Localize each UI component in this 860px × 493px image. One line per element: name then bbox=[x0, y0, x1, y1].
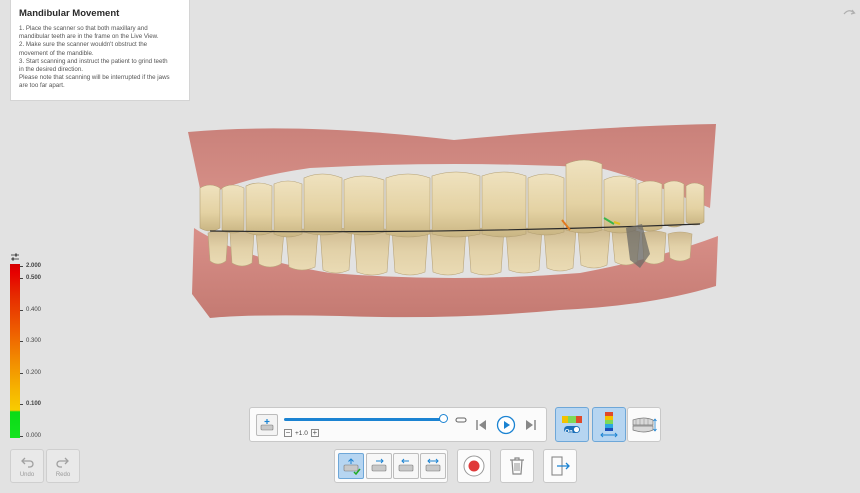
tick-mark bbox=[20, 341, 23, 342]
jaw-right-icon bbox=[371, 458, 387, 472]
instruction-line: movement of the mandible. bbox=[19, 49, 94, 57]
instruction-line: Please note that scanning will be interr… bbox=[19, 74, 170, 82]
movement-right-button[interactable] bbox=[366, 453, 392, 479]
undo-icon bbox=[21, 457, 34, 468]
redo-icon bbox=[56, 457, 69, 468]
scale-tick-label: 0.500 bbox=[26, 275, 42, 281]
record-button[interactable] bbox=[457, 449, 491, 483]
instruction-line: 2. Make sure the scanner wouldn't obstru… bbox=[19, 41, 148, 49]
movement-left-button[interactable] bbox=[393, 453, 419, 479]
instructions-panel: Mandibular Movement 1. Place the scanner… bbox=[10, 0, 190, 101]
speed-value: +1.0 bbox=[295, 429, 308, 437]
color-scale-icon bbox=[600, 411, 618, 437]
redo-label: Redo bbox=[55, 472, 71, 478]
playback-slider[interactable] bbox=[284, 418, 444, 421]
instruction-line: mandibular teeth are in the frame on the… bbox=[19, 33, 159, 41]
speed-decrease-button[interactable]: − bbox=[284, 429, 292, 437]
play-icon[interactable] bbox=[496, 415, 516, 435]
toggle-state: On bbox=[565, 429, 573, 435]
tick-mark bbox=[20, 266, 23, 267]
loop-icon[interactable] bbox=[455, 414, 467, 426]
distance-color-scale: 2.000 0.500 0.400 0.300 0.200 0.100 0.00… bbox=[6, 252, 66, 442]
instruction-line: 1. Place the scanner so that both maxill… bbox=[19, 25, 148, 32]
tick-mark bbox=[20, 373, 23, 374]
instruction-line: are too far apart. bbox=[19, 82, 65, 90]
tick-mark bbox=[20, 310, 23, 311]
speed-increase-button[interactable]: + bbox=[310, 429, 319, 437]
record-icon bbox=[463, 455, 485, 477]
exit-icon bbox=[551, 456, 570, 476]
jaw-lateral-icon bbox=[425, 458, 441, 472]
jaw-left-icon bbox=[398, 458, 414, 472]
jaw-protrusion-icon bbox=[343, 458, 361, 476]
redo-button[interactable]: Redo bbox=[46, 449, 80, 483]
jaw-view-button[interactable] bbox=[627, 407, 661, 442]
dental-scan-viewport[interactable] bbox=[180, 118, 728, 328]
movement-type-bar bbox=[334, 449, 448, 483]
movement-protrusive-button[interactable] bbox=[338, 453, 364, 479]
instruction-line: in the desired direction. bbox=[19, 66, 83, 74]
tick-mark bbox=[20, 404, 23, 405]
undo-label: Undo bbox=[19, 472, 35, 478]
scale-tick-label: 0.200 bbox=[26, 370, 42, 376]
playback-slider-thumb[interactable] bbox=[439, 414, 448, 423]
playback-toolbar: − +1.0 + bbox=[249, 407, 547, 442]
delete-button[interactable] bbox=[500, 449, 534, 483]
color-map-toggle-button[interactable]: On bbox=[555, 407, 589, 442]
scale-tick-label: 0.300 bbox=[26, 338, 42, 344]
skip-back-icon[interactable] bbox=[475, 418, 487, 432]
trash-icon bbox=[510, 457, 524, 475]
scale-tick-label: 0.100 bbox=[26, 401, 42, 407]
add-frame-button[interactable] bbox=[256, 414, 278, 436]
movement-lateral-button[interactable] bbox=[420, 453, 446, 479]
tick-mark bbox=[20, 436, 23, 437]
exit-button[interactable] bbox=[543, 449, 577, 483]
tick-mark bbox=[20, 278, 23, 279]
skip-forward-icon[interactable] bbox=[525, 418, 537, 432]
scale-settings-icon[interactable] bbox=[10, 252, 20, 262]
panel-title: Mandibular Movement bbox=[19, 8, 120, 19]
jaw-icon bbox=[632, 417, 657, 432]
scale-tick-label: 0.000 bbox=[26, 433, 42, 439]
undo-button[interactable]: Undo bbox=[10, 449, 44, 483]
scale-tick-label: 2.000 bbox=[26, 263, 42, 269]
instruction-line: 3. Start scanning and instruct the patie… bbox=[19, 57, 168, 65]
speed-control: − +1.0 + bbox=[284, 428, 319, 438]
color-gradient-bar[interactable] bbox=[10, 264, 20, 438]
scale-tick-label: 0.400 bbox=[26, 307, 42, 313]
jaw-plus-icon bbox=[260, 419, 274, 431]
rotate-view-icon[interactable] bbox=[842, 6, 856, 20]
scale-bar-toggle-button[interactable] bbox=[592, 407, 626, 442]
